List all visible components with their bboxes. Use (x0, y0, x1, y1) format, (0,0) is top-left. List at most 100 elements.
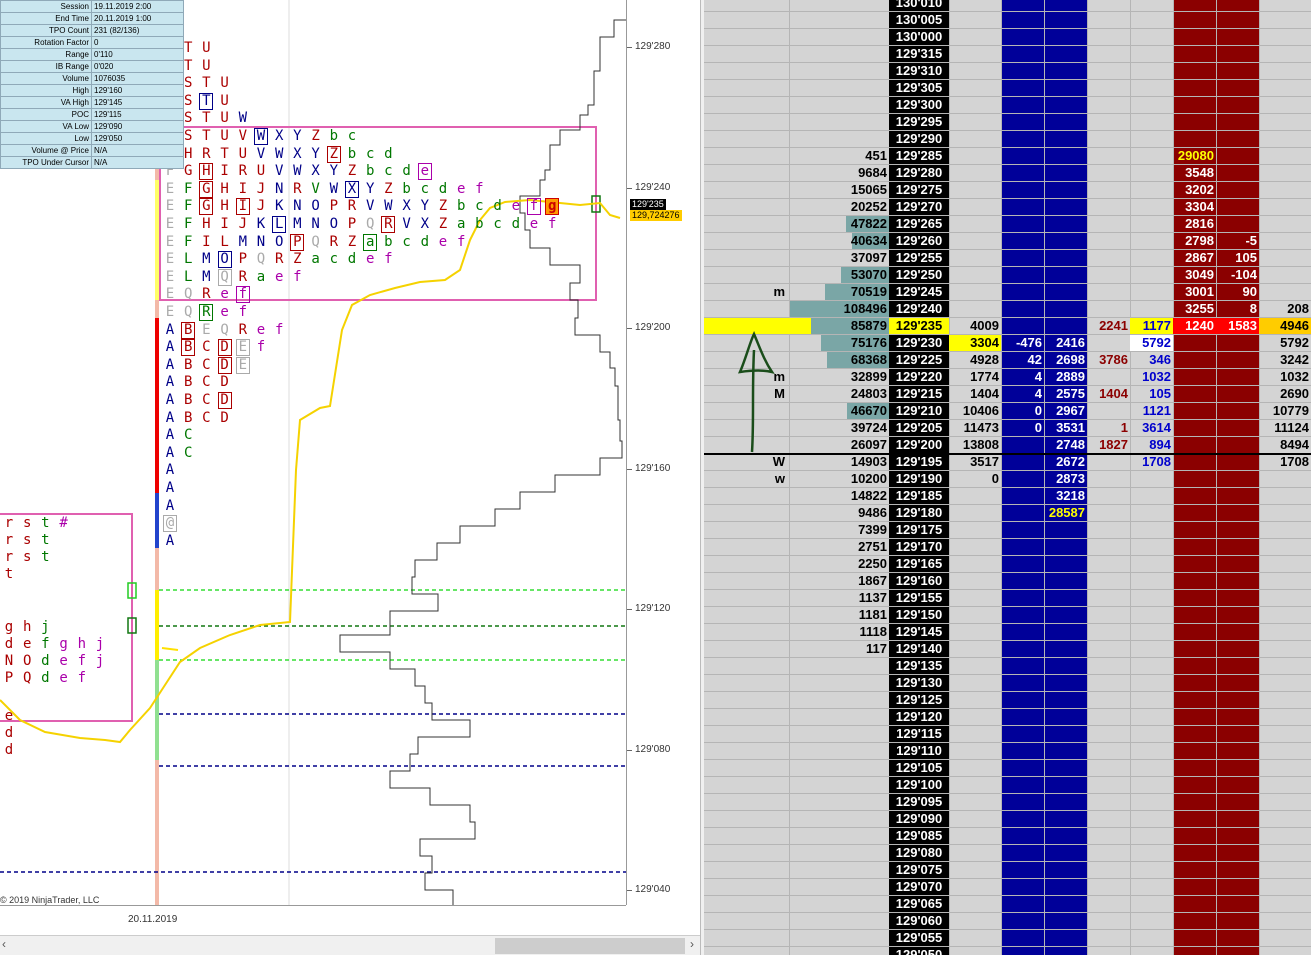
ladder-row[interactable]: 129'060 (704, 913, 1311, 930)
ladder-cell-c6[interactable]: 5792 (1130, 335, 1173, 351)
price-ladder-panel[interactable]: 130'010 130'005 130'000 129'315 129'310 129'3… (704, 0, 1311, 955)
ladder-cell-c7[interactable]: 29080 (1173, 148, 1216, 164)
ladder-cell-c7[interactable]: 3202 (1173, 182, 1216, 198)
ladder-cell-c9[interactable]: 208 (1259, 301, 1311, 317)
ladder-cell-c9[interactable]: 10779 (1259, 403, 1311, 419)
ladder-row[interactable]: 1118 129'145 (704, 624, 1311, 641)
ladder-cell-c8[interactable]: 1583 (1216, 318, 1259, 334)
ladder-cell-c1[interactable]: 2250 (789, 556, 889, 572)
scrollbar-thumb[interactable] (495, 938, 685, 954)
ladder-row[interactable]: 129'070 (704, 879, 1311, 896)
scroll-right-icon[interactable]: › (690, 937, 694, 951)
ladder-cell-c6[interactable]: 1121 (1130, 403, 1173, 419)
ladder-cell-c2[interactable]: 3304 (949, 335, 1001, 351)
ladder-cell-c7[interactable]: 2867 (1173, 250, 1216, 266)
ladder-row[interactable]: 14822 129'185 3218 (704, 488, 1311, 505)
ladder-cell-c9[interactable]: 8494 (1259, 437, 1311, 453)
ladder-row[interactable]: 7399 129'175 (704, 522, 1311, 539)
ladder-row[interactable]: 9486 129'180 28587 (704, 505, 1311, 522)
ladder-row[interactable]: 129'090 (704, 811, 1311, 828)
ladder-cell-c3[interactable]: -476 (1001, 335, 1044, 351)
ladder-cell-c7[interactable]: 2798 (1173, 233, 1216, 249)
ladder-row[interactable]: 40634 129'260 2798 -5 (704, 233, 1311, 250)
ladder-row[interactable]: w 10200 129'190 0 2873 (704, 471, 1311, 488)
ladder-row[interactable]: 37097 129'255 2867 105 (704, 250, 1311, 267)
ladder-row[interactable]: 129'115 (704, 726, 1311, 743)
ladder-cell-c2[interactable]: 4928 (949, 352, 1001, 368)
ladder-cell-c6[interactable]: 105 (1130, 386, 1173, 402)
ladder-cell-c9[interactable]: 2690 (1259, 386, 1311, 402)
ladder-cell-c6[interactable]: 1177 (1130, 318, 1173, 334)
ladder-cell-c1[interactable]: 9486 (789, 505, 889, 521)
ladder-row[interactable]: 129'075 (704, 862, 1311, 879)
tpo-chart-panel[interactable]: STUSTURSTURSTURSTUWRSTUVWXYZbcFHRTUVWXYZ… (0, 0, 700, 955)
ladder-row[interactable]: 129'135 (704, 658, 1311, 675)
ladder-cell-c6[interactable]: 346 (1130, 352, 1173, 368)
ladder-cell-c5[interactable]: 1827 (1087, 437, 1130, 453)
ladder-cell-c6[interactable]: 1708 (1130, 454, 1173, 470)
ladder-row[interactable]: 2751 129'170 (704, 539, 1311, 556)
ladder-cell-c8[interactable]: 90 (1216, 284, 1259, 300)
price-axis[interactable]: 129'280 129'240 129'200 129'160 129'120 … (626, 0, 700, 905)
ladder-cell-c1[interactable]: 117 (789, 641, 889, 657)
ladder-row[interactable]: 129'080 (704, 845, 1311, 862)
ladder-cell-c4[interactable]: 2672 (1044, 454, 1087, 470)
ladder-cell-c1[interactable]: 1181 (789, 607, 889, 623)
ladder-cell-c1[interactable]: 10200 (789, 471, 889, 487)
ladder-cell-c2[interactable]: 3517 (949, 454, 1001, 470)
ladder-row[interactable]: 15065 129'275 3202 (704, 182, 1311, 199)
ladder-cell-c5[interactable]: 3786 (1087, 352, 1130, 368)
ladder-row[interactable]: m 70519 129'245 3001 90 (704, 284, 1311, 301)
ladder-cell-c7[interactable]: 3548 (1173, 165, 1216, 181)
ladder-cell-c9[interactable]: 1032 (1259, 369, 1311, 385)
ladder-row[interactable]: 130'000 (704, 29, 1311, 46)
ladder-cell-c2[interactable]: 4009 (949, 318, 1001, 334)
ladder-cell-c3[interactable]: 0 (1001, 403, 1044, 419)
ladder-row[interactable]: 129'295 (704, 114, 1311, 131)
ladder-row[interactable]: 47822 129'265 2816 (704, 216, 1311, 233)
ladder-cell-c6[interactable]: 1032 (1130, 369, 1173, 385)
ladder-row[interactable]: 129'290 (704, 131, 1311, 148)
ladder-cell-m[interactable]: m (704, 284, 789, 300)
ladder-row[interactable]: 129'305 (704, 80, 1311, 97)
ladder-row[interactable]: 129'310 (704, 63, 1311, 80)
ladder-row[interactable]: 129'110 (704, 743, 1311, 760)
ladder-row[interactable]: 1137 129'155 (704, 590, 1311, 607)
ladder-cell-c5[interactable]: 1404 (1087, 386, 1130, 402)
ladder-cell-c7[interactable]: 3001 (1173, 284, 1216, 300)
ladder-cell-c2[interactable]: 0 (949, 471, 1001, 487)
ladder-cell-c1[interactable]: 37097 (789, 250, 889, 266)
ladder-cell-c4[interactable]: 3218 (1044, 488, 1087, 504)
ladder-cell-c1[interactable]: 1867 (789, 573, 889, 589)
ladder-cell-c2[interactable]: 10406 (949, 403, 1001, 419)
horizontal-scrollbar[interactable]: ‹ › (0, 935, 700, 955)
ladder-cell-c7[interactable]: 1240 (1173, 318, 1216, 334)
ladder-cell-c1[interactable]: 451 (789, 148, 889, 164)
ladder-cell-c3[interactable]: 4 (1001, 386, 1044, 402)
ladder-cell-c2[interactable]: 13808 (949, 437, 1001, 453)
ladder-row[interactable]: 129'105 (704, 760, 1311, 777)
ladder-cell-c4[interactable]: 2416 (1044, 335, 1087, 351)
ladder-cell-c4[interactable]: 28587 (1044, 505, 1087, 521)
ladder-cell-c5[interactable]: 1 (1087, 420, 1130, 436)
ladder-cell-m[interactable]: w (704, 471, 789, 487)
ladder-cell-c4[interactable]: 2575 (1044, 386, 1087, 402)
ladder-cell-c4[interactable]: 2873 (1044, 471, 1087, 487)
ladder-cell-c8[interactable]: -104 (1216, 267, 1259, 283)
ladder-row[interactable]: 451 129'285 29080 (704, 148, 1311, 165)
ladder-row[interactable]: 53070 129'250 3049 -104 (704, 267, 1311, 284)
ladder-cell-c1[interactable]: 1118 (789, 624, 889, 640)
ladder-row[interactable]: 129'050 (704, 947, 1311, 955)
ladder-cell-c7[interactable]: 3049 (1173, 267, 1216, 283)
ladder-cell-c1[interactable]: 47822 (789, 216, 889, 232)
ladder-cell-c4[interactable]: 2967 (1044, 403, 1087, 419)
ladder-row[interactable]: 130'010 (704, 0, 1311, 12)
ladder-row[interactable]: 117 129'140 (704, 641, 1311, 658)
ladder-cell-c1[interactable]: 14822 (789, 488, 889, 504)
ladder-cell-c7[interactable]: 3304 (1173, 199, 1216, 215)
ladder-row[interactable]: 129'120 (704, 709, 1311, 726)
ladder-cell-c7[interactable]: 2816 (1173, 216, 1216, 232)
ladder-cell-c9[interactable]: 5792 (1259, 335, 1311, 351)
ladder-row[interactable]: 2250 129'165 (704, 556, 1311, 573)
ladder-cell-c3[interactable]: 0 (1001, 420, 1044, 436)
